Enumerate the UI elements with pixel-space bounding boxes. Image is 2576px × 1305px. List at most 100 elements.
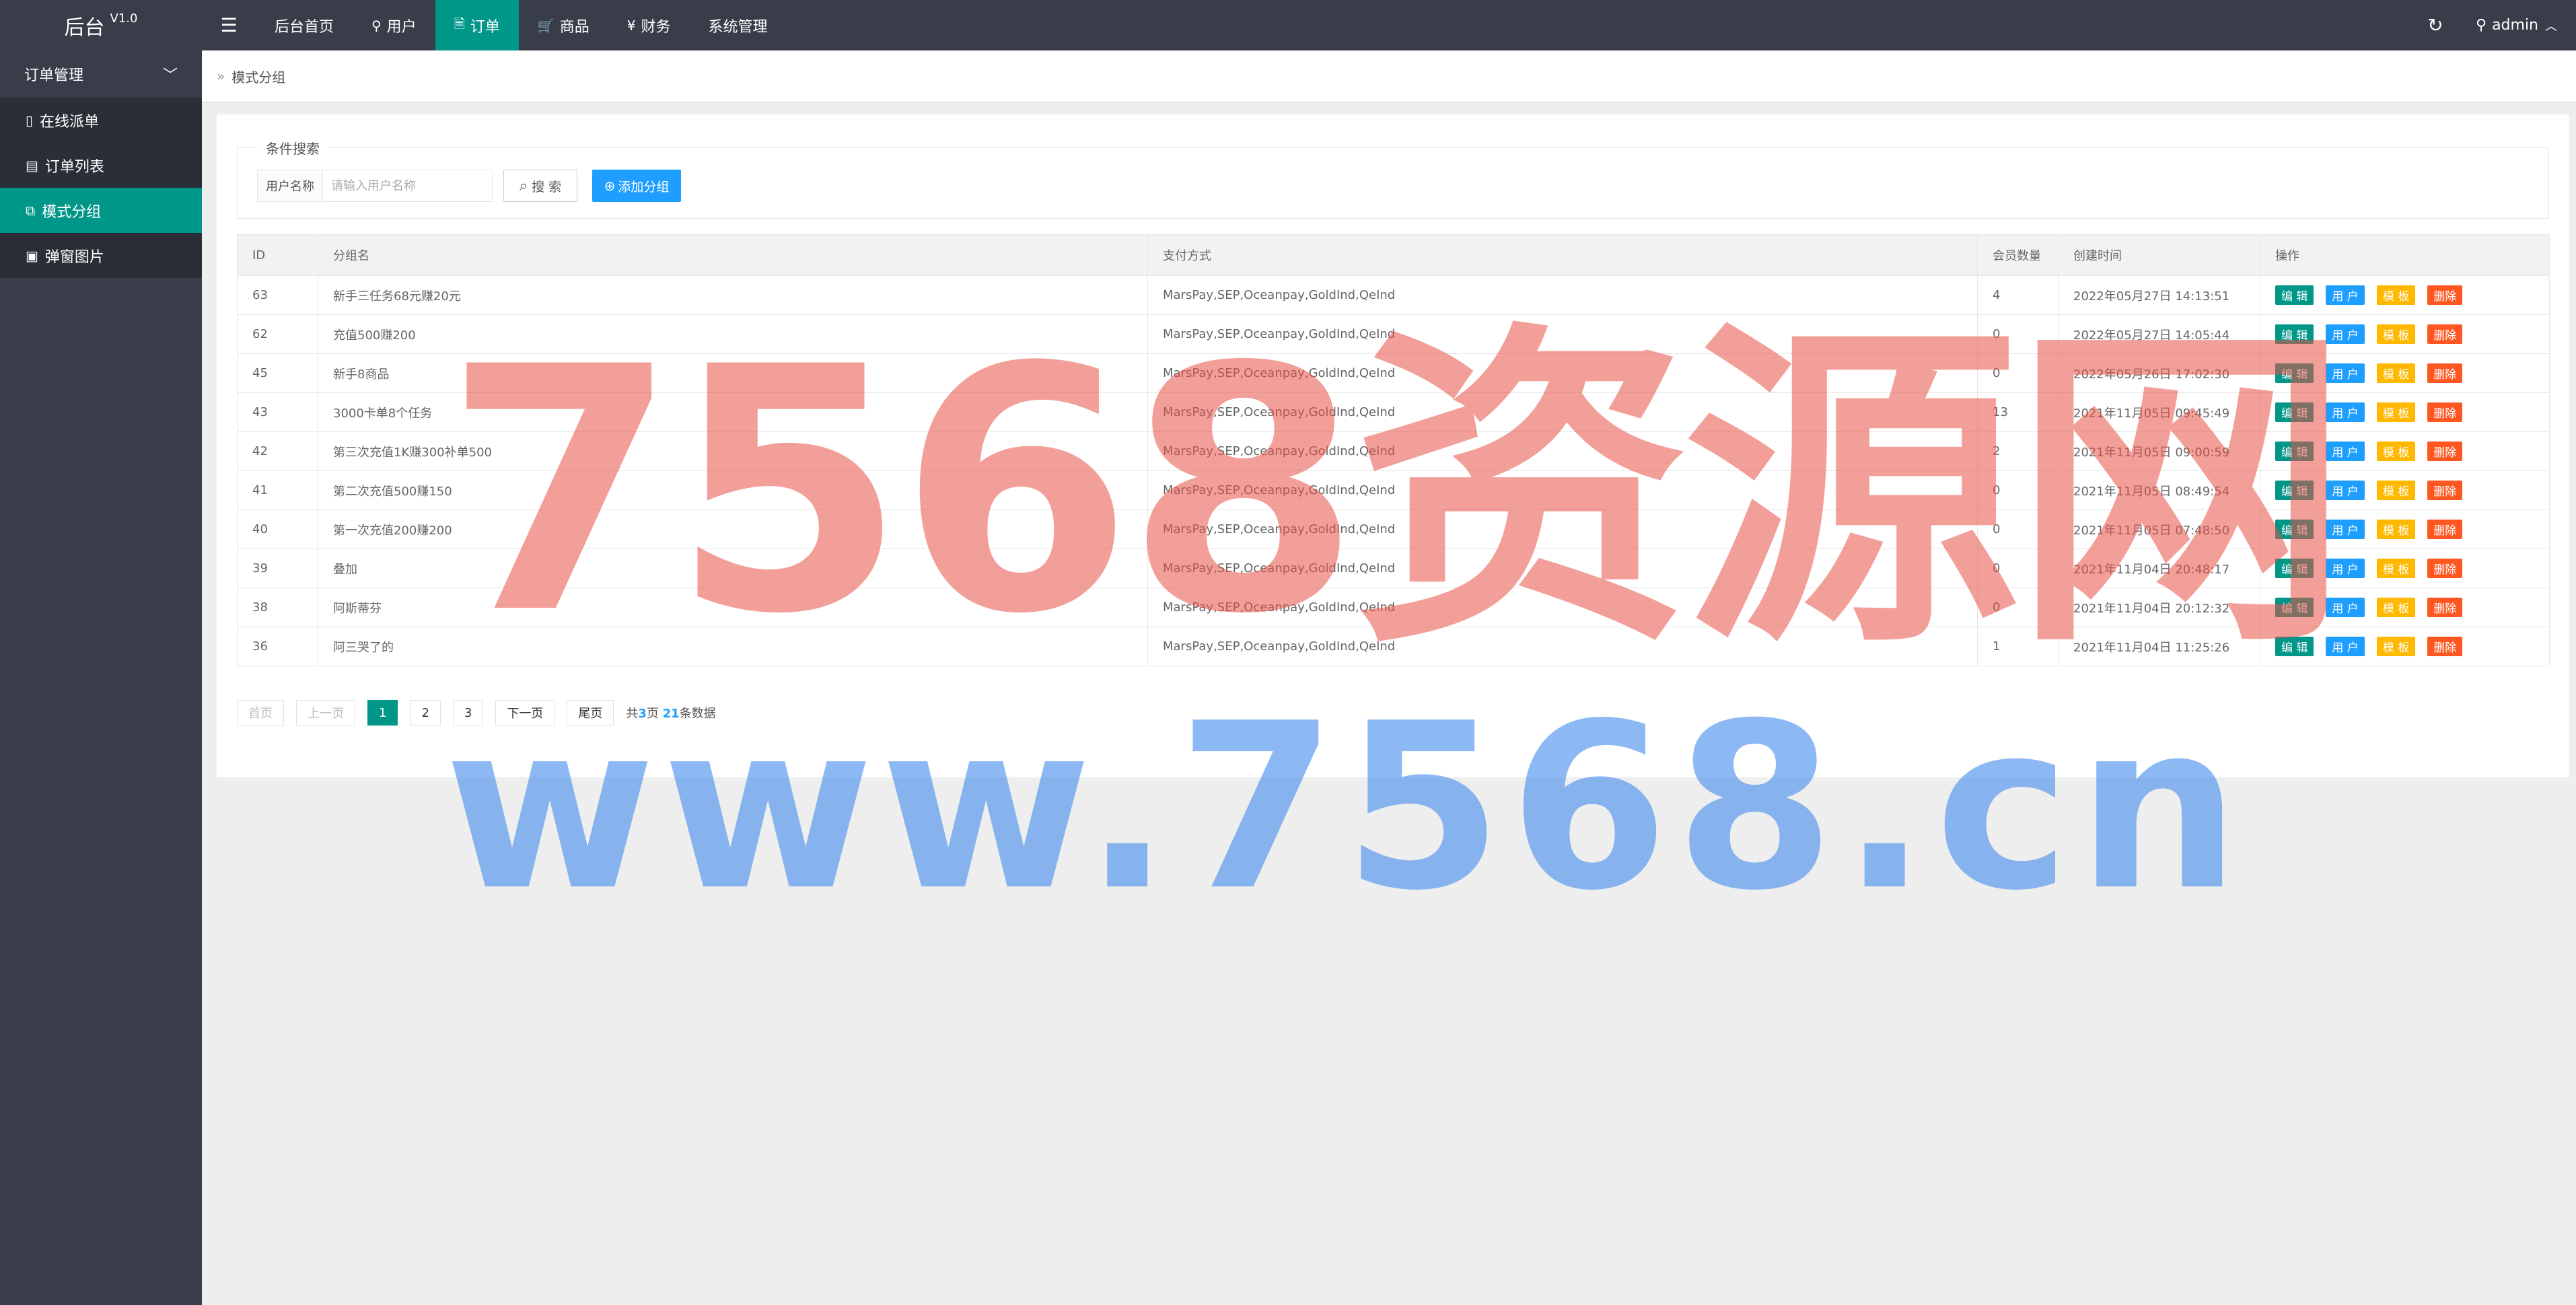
sidebar-group-orders[interactable]: 订单管理 ﹀ (0, 50, 202, 98)
template-button[interactable]: 模 板 (2376, 559, 2416, 578)
last-page-button[interactable]: 尾页 (567, 700, 614, 726)
cell-created-time: 2022年05月27日 14:13:51 (2058, 275, 2260, 315)
template-button[interactable]: 模 板 (2376, 324, 2416, 344)
edit-button[interactable]: 编 辑 (2275, 637, 2314, 656)
sidebar-item-online-dispatch[interactable]: ▯ 在线派单 (0, 98, 202, 143)
cell-created-time: 2021年11月05日 09:45:49 (2058, 392, 2260, 432)
delete-button[interactable]: 删除 (2427, 598, 2463, 617)
delete-button[interactable]: 删除 (2427, 324, 2463, 344)
edit-button[interactable]: 编 辑 (2275, 363, 2314, 383)
nav-users[interactable]: ⚲ 用户 (353, 0, 435, 50)
column-header-id[interactable]: ID (237, 234, 318, 276)
delete-button[interactable]: 删除 (2427, 481, 2463, 500)
sidebar-item-order-list[interactable]: ▤ 订单列表 (0, 143, 202, 188)
edit-button[interactable]: 编 辑 (2275, 442, 2314, 461)
cell-created-time: 2021年11月04日 11:25:26 (2058, 627, 2260, 666)
sidebar-item-label: 订单列表 (44, 158, 104, 176)
search-legend: 条件搜索 (266, 141, 320, 157)
delete-button[interactable]: 删除 (2427, 442, 2463, 461)
add-group-button-label: 添加分组 (618, 179, 670, 195)
cell-actions: 编 辑用 户模 板删除 (2260, 314, 2550, 354)
cell-group-name: 新手三任务68元赚20元 (318, 275, 1148, 315)
cell-created-time: 2021年11月05日 08:49:54 (2058, 470, 2260, 510)
breadcrumb: » 模式分组 (202, 50, 2576, 103)
template-button[interactable]: 模 板 (2376, 363, 2416, 383)
first-page-button[interactable]: 首页 (237, 700, 284, 726)
template-button[interactable]: 模 板 (2376, 598, 2416, 617)
row-actions: 编 辑用 户模 板删除 (2275, 598, 2534, 617)
nav-goods[interactable]: 🛒 商品 (519, 0, 608, 50)
cell-actions: 编 辑用 户模 板删除 (2260, 275, 2550, 315)
users-button[interactable]: 用 户 (2326, 637, 2365, 656)
edit-button[interactable]: 编 辑 (2275, 324, 2314, 344)
prev-page-button[interactable]: 上一页 (296, 700, 355, 726)
template-button[interactable]: 模 板 (2376, 637, 2416, 656)
users-button[interactable]: 用 户 (2326, 324, 2365, 344)
page-1-button[interactable]: 1 (367, 700, 398, 726)
delete-button[interactable]: 删除 (2427, 402, 2463, 422)
row-actions: 编 辑用 户模 板删除 (2275, 442, 2534, 461)
cell-member-count: 1 (1977, 627, 2059, 666)
users-button[interactable]: 用 户 (2326, 559, 2365, 578)
users-button[interactable]: 用 户 (2326, 481, 2365, 500)
delete-button[interactable]: 删除 (2427, 285, 2463, 305)
cell-actions: 编 辑用 户模 板删除 (2260, 627, 2550, 666)
row-actions: 编 辑用 户模 板删除 (2275, 402, 2534, 422)
column-header-payment[interactable]: 支付方式 (1147, 234, 1978, 276)
delete-button[interactable]: 删除 (2427, 520, 2463, 539)
users-button[interactable]: 用 户 (2326, 598, 2365, 617)
breadcrumb-current[interactable]: 模式分组 (231, 67, 285, 86)
table-row: 38 阿斯蒂芬 MarsPay,SEP,Oceanpay,GoldInd,QeInd… (237, 588, 2550, 627)
table-row: 41 第二次充值500赚150 MarsPay,SEP,Oceanpay,GoldI… (237, 470, 2550, 510)
edit-button[interactable]: 编 辑 (2275, 285, 2314, 305)
template-button[interactable]: 模 板 (2376, 481, 2416, 500)
nav-home[interactable]: 后台首页 (256, 0, 353, 50)
users-button[interactable]: 用 户 (2326, 363, 2365, 383)
template-button[interactable]: 模 板 (2376, 442, 2416, 461)
sidebar-item-popup-image[interactable]: ▣ 弹窗图片 (0, 233, 202, 278)
template-button[interactable]: 模 板 (2376, 520, 2416, 539)
cell-member-count: 4 (1977, 275, 2059, 315)
table-header-row: ID 分组名 支付方式 会员数量 创建时间 操作 (237, 234, 2550, 276)
edit-button[interactable]: 编 辑 (2275, 598, 2314, 617)
column-header-member-count[interactable]: 会员数量 (1977, 234, 2059, 276)
refresh-button[interactable]: ↻ (2408, 0, 2462, 50)
admin-menu[interactable]: ⚲ admin ︿ (2462, 0, 2576, 50)
page-3-button[interactable]: 3 (452, 700, 484, 726)
nav-orders[interactable]: 🗎 订单 (435, 0, 519, 50)
column-header-created[interactable]: 创建时间 (2058, 234, 2260, 276)
cell-id: 41 (237, 470, 318, 510)
edit-button[interactable]: 编 辑 (2275, 402, 2314, 422)
delete-button[interactable]: 删除 (2427, 363, 2463, 383)
cell-payment-methods: MarsPay,SEP,Oceanpay,GoldInd,QeInd (1147, 627, 1978, 666)
template-button[interactable]: 模 板 (2376, 402, 2416, 422)
edit-button[interactable]: 编 辑 (2275, 481, 2314, 500)
logo[interactable]: 后台 V1.0 (0, 0, 202, 50)
users-button[interactable]: 用 户 (2326, 442, 2365, 461)
yen-icon: ¥ (627, 17, 636, 34)
page-2-button[interactable]: 2 (410, 700, 441, 726)
nav-system[interactable]: 系统管理 (689, 0, 786, 50)
username-input[interactable] (323, 170, 493, 202)
menu-toggle-button[interactable]: ☰ (202, 0, 256, 50)
users-button[interactable]: 用 户 (2326, 402, 2365, 422)
search-button-label: 搜 索 (532, 179, 562, 195)
delete-button[interactable]: 删除 (2427, 637, 2463, 656)
next-page-button[interactable]: 下一页 (495, 700, 555, 726)
template-button[interactable]: 模 板 (2376, 285, 2416, 305)
users-button[interactable]: 用 户 (2326, 285, 2365, 305)
cell-created-time: 2021年11月04日 20:12:32 (2058, 588, 2260, 627)
delete-button[interactable]: 删除 (2427, 559, 2463, 578)
edit-button[interactable]: 编 辑 (2275, 559, 2314, 578)
edit-button[interactable]: 编 辑 (2275, 520, 2314, 539)
users-button[interactable]: 用 户 (2326, 520, 2365, 539)
sidebar-item-mode-group[interactable]: ⧉ 模式分组 (0, 188, 202, 233)
nav-finance[interactable]: ¥ 财务 (608, 0, 690, 50)
table-row: 45 新手8商品 MarsPay,SEP,Oceanpay,GoldInd,QeIn… (237, 353, 2550, 393)
search-button[interactable]: ⌕ 搜 索 (503, 170, 577, 202)
pager-info-text: 条数据 (679, 707, 716, 721)
row-actions: 编 辑用 户模 板删除 (2275, 637, 2534, 656)
column-header-name[interactable]: 分组名 (318, 234, 1148, 276)
cell-member-count: 0 (1977, 470, 2059, 510)
add-group-button[interactable]: ⊕ 添加分组 (592, 170, 681, 202)
